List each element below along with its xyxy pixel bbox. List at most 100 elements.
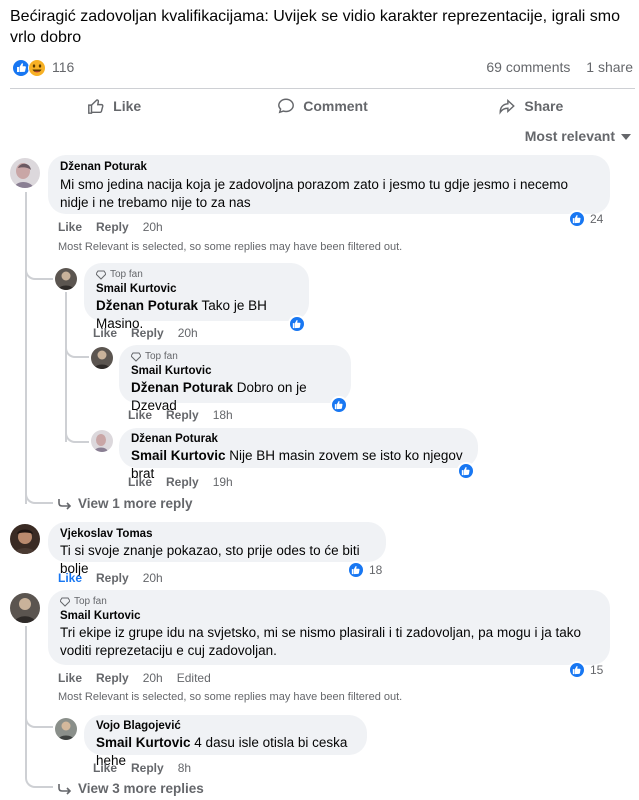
diamond-icon	[60, 597, 70, 607]
reply-link[interactable]: Reply	[96, 220, 129, 234]
like-reaction-icon[interactable]	[330, 396, 348, 414]
share-icon	[499, 98, 516, 115]
thread-line	[25, 192, 27, 504]
like-link[interactable]: Like	[128, 475, 152, 489]
reply-author[interactable]: Vojo Blagojević	[96, 720, 355, 732]
edited-label: Edited	[176, 671, 211, 685]
caret-down-icon	[621, 134, 631, 141]
filter-note: Most Relevant is selected, so some repli…	[58, 691, 403, 703]
timestamp[interactable]: 19h	[213, 475, 233, 489]
avatar[interactable]	[10, 524, 40, 554]
avatar[interactable]	[55, 268, 77, 290]
reply-meta: Like Reply 8h	[93, 761, 205, 775]
share-action-button[interactable]: Share	[427, 89, 635, 123]
timestamp[interactable]: 20h	[143, 220, 163, 234]
like-reaction-icon	[347, 561, 365, 579]
comment-bubble: Vjekoslav Tomas Ti si svoje znanje pokaz…	[48, 522, 386, 576]
comments-count[interactable]: 69 comments	[486, 59, 570, 75]
reaction-icons[interactable]	[12, 59, 52, 77]
mention[interactable]: Dženan Poturak	[131, 380, 233, 395]
like-reaction-icon[interactable]	[457, 462, 475, 480]
reaction-count: 18	[369, 563, 383, 577]
avatar[interactable]	[55, 718, 77, 740]
timestamp[interactable]: 20h	[143, 671, 163, 685]
filter-note: Most Relevant is selected, so some repli…	[58, 241, 403, 253]
reply-link[interactable]: Reply	[166, 408, 199, 422]
comment-text: Tri ekipe iz grupe idu na svjetsko, mi s…	[60, 625, 581, 658]
reply-bubble: Top fan Smail Kurtovic Dženan Poturak Do…	[119, 345, 351, 413]
like-reaction-icon	[568, 661, 586, 679]
top-fan-badge: Top fan	[60, 596, 598, 607]
reaction-badge[interactable]: 24	[568, 210, 603, 228]
reply-link[interactable]: Reply	[96, 571, 129, 585]
avatar[interactable]	[10, 158, 40, 188]
thread-line	[65, 292, 67, 442]
reply-meta: Like Reply 20h	[93, 326, 212, 340]
comment-icon	[278, 98, 295, 114]
thumbs-up-icon	[88, 99, 104, 114]
like-link[interactable]: Like	[93, 326, 117, 340]
reply-link[interactable]: Reply	[131, 761, 164, 775]
reaction-count: 24	[590, 212, 604, 226]
mention[interactable]: Dženan Poturak	[96, 298, 198, 313]
thread-connector	[25, 258, 53, 280]
reply-author[interactable]: Dženan Poturak	[131, 433, 466, 445]
thread-connector	[65, 340, 89, 358]
post-title: Bećiragić zadovoljan kvalifikacijama: Uv…	[10, 8, 621, 46]
action-bar: Like Comment Share	[10, 89, 635, 123]
like-link[interactable]: Like	[58, 220, 82, 234]
timestamp[interactable]: 18h	[213, 408, 233, 422]
diamond-icon	[96, 270, 106, 280]
reply-link[interactable]: Reply	[131, 326, 164, 340]
like-link[interactable]: Like	[58, 671, 82, 685]
comment-meta: Like Reply 20h	[58, 220, 177, 234]
reaction-badge[interactable]: 15	[568, 661, 603, 679]
mention[interactable]: Smail Kurtovic	[131, 448, 226, 463]
thread-connector	[25, 776, 53, 788]
like-link[interactable]: Like	[128, 408, 152, 422]
like-reaction-icon[interactable]	[288, 315, 306, 333]
reaction-count[interactable]: 116	[52, 59, 74, 75]
avatar[interactable]	[10, 593, 40, 623]
avatar[interactable]	[91, 347, 113, 369]
reply-author[interactable]: Smail Kurtovic	[131, 365, 339, 377]
view-more-replies-link[interactable]: View 3 more replies	[58, 781, 204, 796]
thread-connector	[65, 425, 89, 443]
like-link[interactable]: Like	[58, 571, 82, 585]
timestamp[interactable]: 20h	[143, 571, 163, 585]
diamond-icon	[131, 352, 141, 362]
reply-link[interactable]: Reply	[96, 671, 129, 685]
timestamp[interactable]: 8h	[178, 761, 191, 775]
like-link[interactable]: Like	[93, 761, 117, 775]
comment-meta: Like Reply 20h Edited	[58, 671, 225, 685]
like-action-button[interactable]: Like	[10, 89, 218, 123]
reply-author[interactable]: Smail Kurtovic	[96, 283, 297, 295]
shares-count[interactable]: 1 share	[586, 59, 633, 75]
post-stats: 116 69 comments 1 share	[10, 57, 635, 79]
comment-author[interactable]: Vjekoslav Tomas	[60, 528, 374, 540]
reply-link[interactable]: Reply	[166, 475, 199, 489]
comment-author[interactable]: Smail Kurtovic	[60, 610, 598, 622]
view-more-replies-link[interactable]: View 1 more reply	[58, 496, 193, 511]
top-fan-badge: Top fan	[131, 351, 339, 362]
reply-arrow-icon	[58, 783, 72, 795]
comment-meta: Like Reply 20h	[58, 571, 177, 585]
thread-connector	[25, 490, 53, 504]
comment-action-button[interactable]: Comment	[218, 89, 426, 123]
comment-text: Mi smo jedina nacija koja je zadovoljna …	[60, 177, 569, 210]
reply-meta: Like Reply 19h	[128, 475, 247, 489]
thread-connector	[25, 706, 53, 728]
reply-meta: Like Reply 18h	[128, 408, 247, 422]
reaction-count: 15	[590, 663, 604, 677]
reply-bubble: Top fan Smail Kurtovic Dženan Poturak Ta…	[84, 263, 309, 331]
reaction-badge[interactable]: 18	[347, 561, 382, 579]
avatar[interactable]	[91, 430, 113, 452]
timestamp[interactable]: 20h	[178, 326, 198, 340]
comment-bubble: Top fan Smail Kurtovic Tri ekipe iz grup…	[48, 590, 610, 665]
reply-bubble: Vojo Blagojević Smail Kurtovic 4 dasu is…	[84, 715, 367, 768]
reply-arrow-icon	[58, 498, 72, 510]
sort-dropdown[interactable]: Most relevant	[525, 128, 631, 144]
reply-bubble: Dženan Poturak Smail Kurtovic Nije BH ma…	[119, 428, 478, 481]
mention[interactable]: Smail Kurtovic	[96, 735, 191, 750]
comment-author[interactable]: Dženan Poturak	[60, 161, 598, 173]
